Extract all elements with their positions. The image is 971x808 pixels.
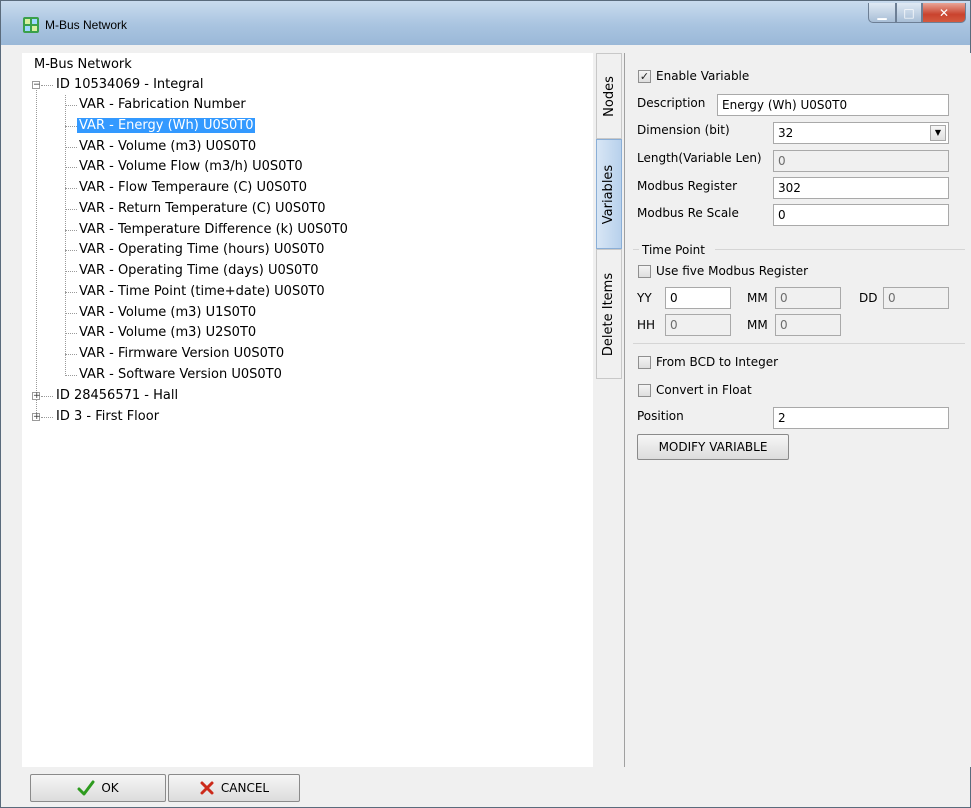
- tree-var-item[interactable]: VAR - Temperature Difference (k) U0S0T0: [79, 220, 348, 240]
- tree-var-item-selected[interactable]: VAR - Energy (Wh) U0S0T0: [77, 116, 256, 136]
- tree-var-item[interactable]: VAR - Return Temperature (C) U0S0T0: [79, 199, 326, 219]
- convert-float-checkbox[interactable]: [638, 384, 651, 397]
- tree-node-integral[interactable]: ID 10534069 - Integral: [56, 75, 203, 95]
- ok-button[interactable]: OK: [30, 774, 166, 802]
- dialog-buttons: OK CANCEL: [10, 767, 961, 803]
- maximize-button[interactable]: □: [896, 3, 922, 23]
- length-label: Length(Variable Len): [637, 151, 762, 165]
- yy-label: YY: [637, 291, 652, 305]
- minimize-button[interactable]: ▁: [868, 3, 896, 23]
- position-input[interactable]: 2: [773, 407, 949, 429]
- bcd-to-integer-label: From BCD to Integer: [656, 355, 779, 369]
- expand-node-icon[interactable]: +: [32, 413, 41, 422]
- minutes-input[interactable]: 0: [775, 314, 841, 336]
- dimension-select[interactable]: 32 ▼: [773, 122, 949, 144]
- mm-label: MM: [747, 291, 768, 305]
- tab-variables[interactable]: Variables: [596, 139, 622, 249]
- tree-var-item[interactable]: VAR - Software Version U0S0T0: [79, 365, 282, 385]
- hh-input[interactable]: 0: [665, 314, 731, 336]
- description-input[interactable]: Energy (Wh) U0S0T0: [717, 94, 949, 116]
- expand-node-icon[interactable]: +: [32, 392, 41, 401]
- tree-var-item[interactable]: VAR - Operating Time (hours) U0S0T0: [79, 240, 324, 260]
- tab-nodes[interactable]: Nodes: [596, 53, 622, 139]
- tree-root[interactable]: M-Bus Network: [34, 55, 132, 75]
- x-icon: [200, 781, 214, 795]
- close-button[interactable]: ✕: [922, 3, 966, 23]
- network-tree[interactable]: M-Bus Network − ID 10534069 - Integral V…: [22, 53, 593, 767]
- dd-input[interactable]: 0: [883, 287, 949, 309]
- use-five-register-checkbox[interactable]: [638, 265, 651, 278]
- length-input[interactable]: 0: [773, 150, 949, 172]
- enable-variable-label: Enable Variable: [656, 69, 750, 83]
- yy-input[interactable]: 0: [665, 287, 731, 309]
- mm-input[interactable]: 0: [775, 287, 841, 309]
- minimize-icon: ▁: [877, 5, 887, 20]
- time-point-group-title: Time Point: [642, 243, 705, 257]
- modbus-register-label: Modbus Register: [637, 179, 738, 193]
- bcd-to-integer-checkbox[interactable]: [638, 356, 651, 369]
- tree-var-item[interactable]: VAR - Operating Time (days) U0S0T0: [79, 261, 319, 281]
- minutes-label: MM: [747, 318, 768, 332]
- window-title: M-Bus Network: [45, 18, 128, 32]
- title-bar[interactable]: M-Bus Network ▁ □ ✕: [1, 1, 970, 45]
- close-icon: ✕: [938, 5, 950, 20]
- collapse-node-icon[interactable]: −: [32, 81, 41, 90]
- vertical-tab-strip: Nodes Variables Delete Items: [596, 53, 622, 767]
- cancel-button[interactable]: CANCEL: [168, 774, 300, 802]
- tree-var-item[interactable]: VAR - Firmware Version U0S0T0: [79, 344, 284, 364]
- maximize-icon: □: [903, 5, 915, 20]
- tree-var-item[interactable]: VAR - Flow Temperaure (C) U0S0T0: [79, 178, 307, 198]
- variable-properties-panel: ✓ Enable Variable Description Energy (Wh…: [624, 53, 971, 767]
- tab-delete-items[interactable]: Delete Items: [596, 249, 622, 379]
- description-label: Description: [637, 96, 706, 110]
- tree-var-item[interactable]: VAR - Volume (m3) U1S0T0: [79, 303, 256, 323]
- tree-var-item[interactable]: VAR - Volume (m3) U0S0T0: [79, 137, 256, 157]
- tree-node-hall[interactable]: ID 28456571 - Hall: [56, 386, 178, 406]
- hh-label: HH: [637, 318, 656, 332]
- tree-node-first-floor[interactable]: ID 3 - First Floor: [56, 407, 159, 427]
- position-label: Position: [637, 409, 684, 423]
- tree-var-item[interactable]: VAR - Volume Flow (m3/h) U0S0T0: [79, 157, 303, 177]
- use-five-register-label: Use five Modbus Register: [656, 264, 809, 278]
- modbus-register-input[interactable]: 302: [773, 177, 949, 199]
- selected-label[interactable]: VAR - Energy (Wh) U0S0T0: [77, 118, 256, 133]
- modbus-rescale-label: Modbus Re Scale: [637, 206, 739, 220]
- checkmark-icon: ✓: [639, 70, 650, 83]
- dropdown-arrow-icon[interactable]: ▼: [930, 125, 946, 141]
- dd-label: DD: [859, 291, 878, 305]
- app-icon: [23, 17, 39, 33]
- convert-float-label: Convert in Float: [656, 383, 752, 397]
- modify-variable-button[interactable]: MODIFY VARIABLE: [637, 434, 789, 460]
- enable-variable-checkbox[interactable]: ✓: [638, 70, 651, 83]
- tree-var-item[interactable]: VAR - Time Point (time+date) U0S0T0: [79, 282, 325, 302]
- tree-var-item[interactable]: VAR - Fabrication Number: [79, 95, 246, 115]
- modbus-rescale-input[interactable]: 0: [773, 204, 949, 226]
- dimension-label: Dimension (bit): [637, 123, 730, 137]
- tree-var-item[interactable]: VAR - Volume (m3) U2S0T0: [79, 323, 256, 343]
- checkmark-icon: [77, 780, 95, 796]
